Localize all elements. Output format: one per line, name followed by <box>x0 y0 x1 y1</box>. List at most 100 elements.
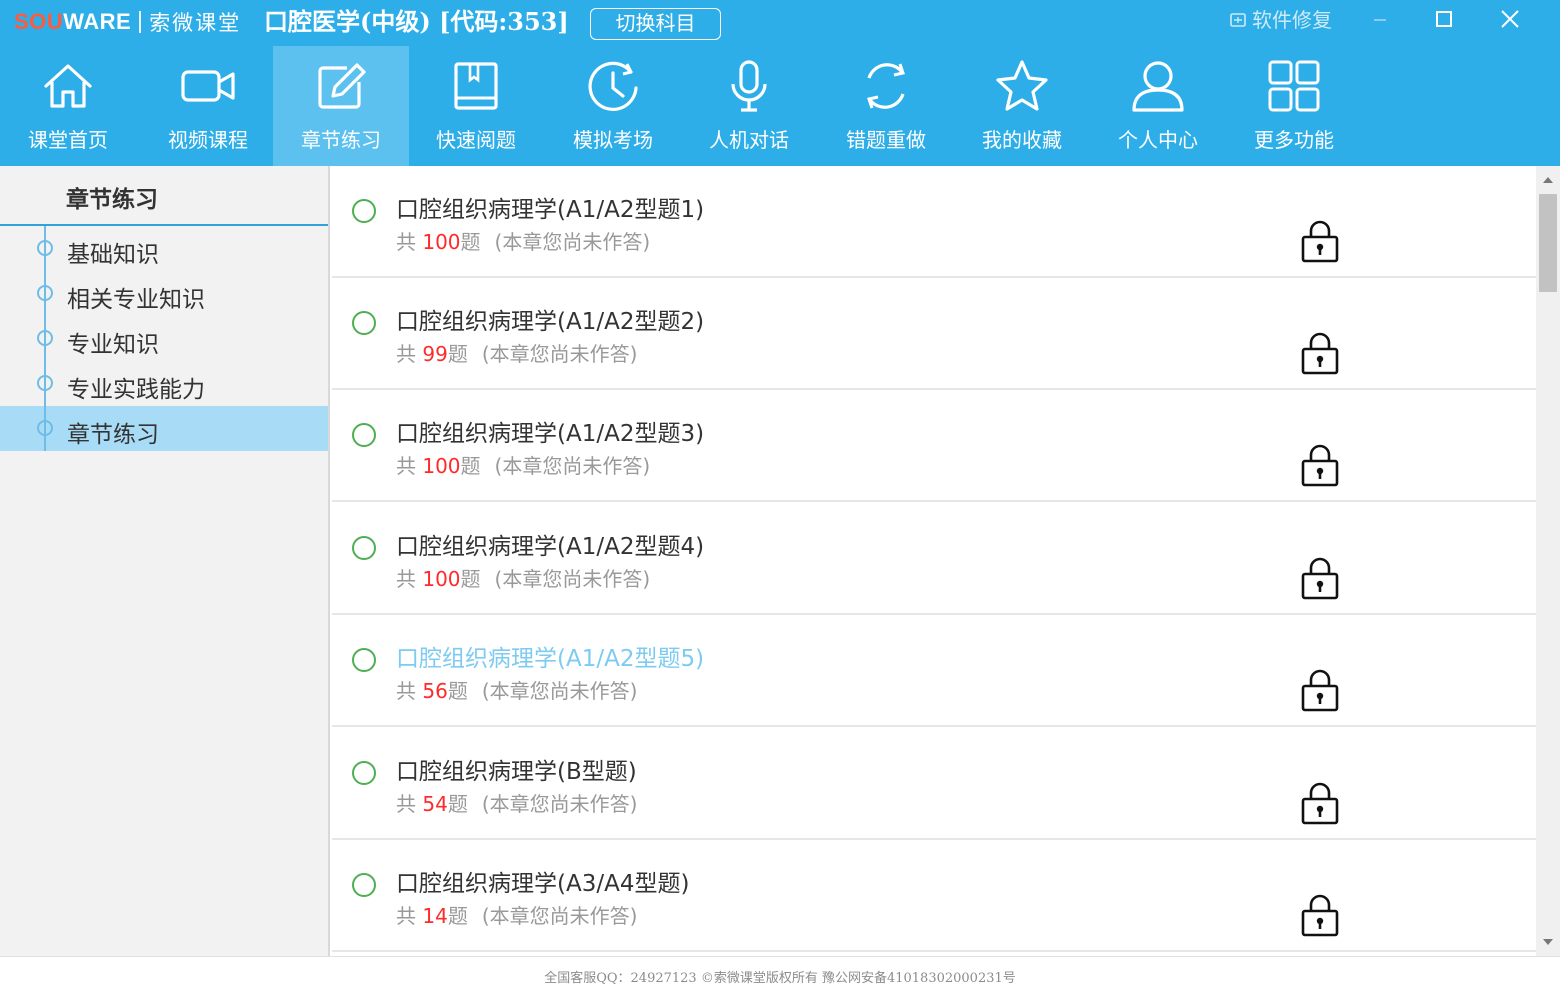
close-icon <box>1501 10 1519 28</box>
count-prefix: 共 <box>396 679 423 703</box>
lock-icon[interactable] <box>1300 780 1340 826</box>
nav-favorites[interactable]: 我的收藏 <box>954 46 1090 166</box>
scroll-down-button[interactable] <box>1536 930 1560 954</box>
maximize-button[interactable] <box>1424 4 1464 34</box>
switch-subject-button[interactable]: 切换科目 <box>590 8 721 40</box>
sidebar-item-label: 专业知识 <box>67 332 159 358</box>
chapter-meta: 共 99题 (本章您尚未作答) <box>396 338 637 367</box>
status-circle-icon <box>352 536 376 560</box>
lock-icon[interactable] <box>1300 218 1340 264</box>
sidebar-item-label: 相关专业知识 <box>67 287 205 313</box>
count-suffix: 题 <box>460 454 481 478</box>
question-count: 54 <box>422 792 448 816</box>
count-suffix: 题 <box>460 230 481 254</box>
sidebar-item-professional-knowledge[interactable]: 专业知识 <box>0 316 328 361</box>
chapter-row[interactable]: 口腔组织病理学(A3/A4型题) 共 14题 (本章您尚未作答) <box>332 840 1536 952</box>
nav-personal-center[interactable]: 个人中心 <box>1090 46 1226 166</box>
chapter-list: 口腔组织病理学(A1/A2型题1) 共 100题 (本章您尚未作答) 口腔组织病理… <box>332 166 1536 956</box>
star-icon <box>996 60 1048 111</box>
home-icon <box>44 64 92 108</box>
refresh-icon <box>867 63 905 109</box>
sidebar: 章节练习 基础知识 相关专业知识 专业知识 专业实践能力 章节练习 <box>0 166 330 956</box>
chapter-meta: 共 100题 (本章您尚未作答) <box>396 563 650 592</box>
lock-icon[interactable] <box>1300 555 1340 601</box>
logo-sou: SOU <box>14 9 64 34</box>
nav-video-label: 视频课程 <box>168 128 248 152</box>
count-suffix: 题 <box>447 904 468 928</box>
count-prefix: 共 <box>396 230 423 254</box>
count-prefix: 共 <box>396 342 423 366</box>
app-window: SOU WARE 索微课堂 口腔医学(中级) [代码:353] 切换科目 软件修复 <box>0 0 1560 993</box>
logo-ware: WARE <box>63 9 132 34</box>
chapter-meta: 共 54题 (本章您尚未作答) <box>396 788 637 817</box>
logo-divider <box>139 11 142 33</box>
nav-chapter-practice[interactable]: 章节练习 <box>273 46 409 166</box>
sidebar-item-label: 章节练习 <box>67 422 159 448</box>
close-button[interactable] <box>1490 4 1530 34</box>
nav-redo-mistakes[interactable]: 错题重做 <box>818 46 954 166</box>
answer-status-note: (本章您尚未作答) <box>494 454 651 478</box>
chapter-row[interactable]: 口腔组织病理学(A1/A2型题3) 共 100题 (本章您尚未作答) <box>332 390 1536 502</box>
brand-name: 索微课堂 <box>149 11 242 35</box>
answer-status-note: (本章您尚未作答) <box>481 792 638 816</box>
software-repair-button[interactable]: 软件修复 <box>1228 6 1332 34</box>
scroll-up-button[interactable] <box>1536 168 1560 192</box>
count-suffix: 题 <box>447 342 468 366</box>
chapter-row[interactable]: 口腔组织病理学(A1/A2型题2) 共 99题 (本章您尚未作答) <box>332 278 1536 390</box>
question-count: 56 <box>422 679 448 703</box>
question-count: 14 <box>422 904 448 928</box>
nav-home[interactable]: 课堂首页 <box>0 46 136 166</box>
chapter-title: 口腔组织病理学(A1/A2型题5) <box>396 646 705 672</box>
lock-icon[interactable] <box>1300 667 1340 713</box>
nav-mock-exam[interactable]: 模拟考场 <box>545 46 681 166</box>
scroll-thumb[interactable] <box>1539 194 1557 292</box>
maximize-icon <box>1436 11 1452 27</box>
nav-voice-dialog[interactable]: 人机对话 <box>681 46 817 166</box>
grid-icon <box>1268 60 1320 112</box>
nav-more-functions[interactable]: 更多功能 <box>1226 46 1362 166</box>
header: SOU WARE 索微课堂 口腔医学(中级) [代码:353] 切换科目 软件修复 <box>0 0 1560 166</box>
sidebar-item-chapter-practice[interactable]: 章节练习 <box>0 406 328 451</box>
software-repair-label: 软件修复 <box>1252 8 1332 32</box>
sidebar-item-practice-ability[interactable]: 专业实践能力 <box>0 361 328 406</box>
count-prefix: 共 <box>396 454 423 478</box>
chapter-meta: 共 56题 (本章您尚未作答) <box>396 675 637 704</box>
nav-chapter-label: 章节练习 <box>301 128 381 152</box>
answer-status-note: (本章您尚未作答) <box>481 342 638 366</box>
answer-status-note: (本章您尚未作答) <box>481 904 638 928</box>
repair-icon <box>1230 13 1246 27</box>
sidebar-item-basic-knowledge[interactable]: 基础知识 <box>0 226 328 271</box>
chapter-meta: 共 100题 (本章您尚未作答) <box>396 450 650 479</box>
chapter-row[interactable]: 口腔组织病理学(A1/A2型题4) 共 100题 (本章您尚未作答) <box>332 503 1536 615</box>
nav-more-label: 更多功能 <box>1254 128 1334 152</box>
nav-redo-label: 错题重做 <box>846 128 926 152</box>
lock-icon[interactable] <box>1300 892 1340 938</box>
vertical-scrollbar[interactable] <box>1536 166 1560 956</box>
tree-connector-line <box>44 226 46 451</box>
minimize-button[interactable] <box>1360 4 1400 34</box>
answer-status-note: (本章您尚未作答) <box>481 679 638 703</box>
chapter-row[interactable]: 口腔组织病理学(A1/A2型题5) 共 56题 (本章您尚未作答) <box>332 615 1536 727</box>
count-suffix: 题 <box>460 567 481 591</box>
status-circle-icon <box>352 311 376 335</box>
nav-video-courses[interactable]: 视频课程 <box>140 46 276 166</box>
chapter-title: 口腔组织病理学(A3/A4型题) <box>396 871 690 897</box>
chapter-row[interactable]: 口腔组织病理学(A1/A2型题1) 共 100题 (本章您尚未作答) <box>332 166 1536 278</box>
count-prefix: 共 <box>396 904 423 928</box>
nav-mock-exam-label: 模拟考场 <box>573 128 653 152</box>
edit-icon <box>318 63 366 109</box>
question-count: 100 <box>422 567 461 591</box>
nav-voice-label: 人机对话 <box>709 128 789 152</box>
lock-icon[interactable] <box>1300 442 1340 488</box>
sidebar-item-label: 专业实践能力 <box>67 377 205 403</box>
sidebar-item-related-knowledge[interactable]: 相关专业知识 <box>0 271 328 316</box>
chapter-row[interactable]: 口腔组织病理学(B型题) 共 54题 (本章您尚未作答) <box>332 728 1536 840</box>
status-circle-icon <box>352 199 376 223</box>
nav-quick-read[interactable]: 快速阅题 <box>408 46 544 166</box>
lock-icon[interactable] <box>1300 330 1340 376</box>
user-icon <box>1132 61 1184 112</box>
main-nav: 课堂首页 视频课程 章节练习 快速阅题 模拟考场 人机对话 错题重做 我的收藏 … <box>0 46 1560 166</box>
sidebar-item-label: 基础知识 <box>67 242 159 268</box>
book-icon <box>454 62 498 110</box>
status-circle-icon <box>352 761 376 785</box>
